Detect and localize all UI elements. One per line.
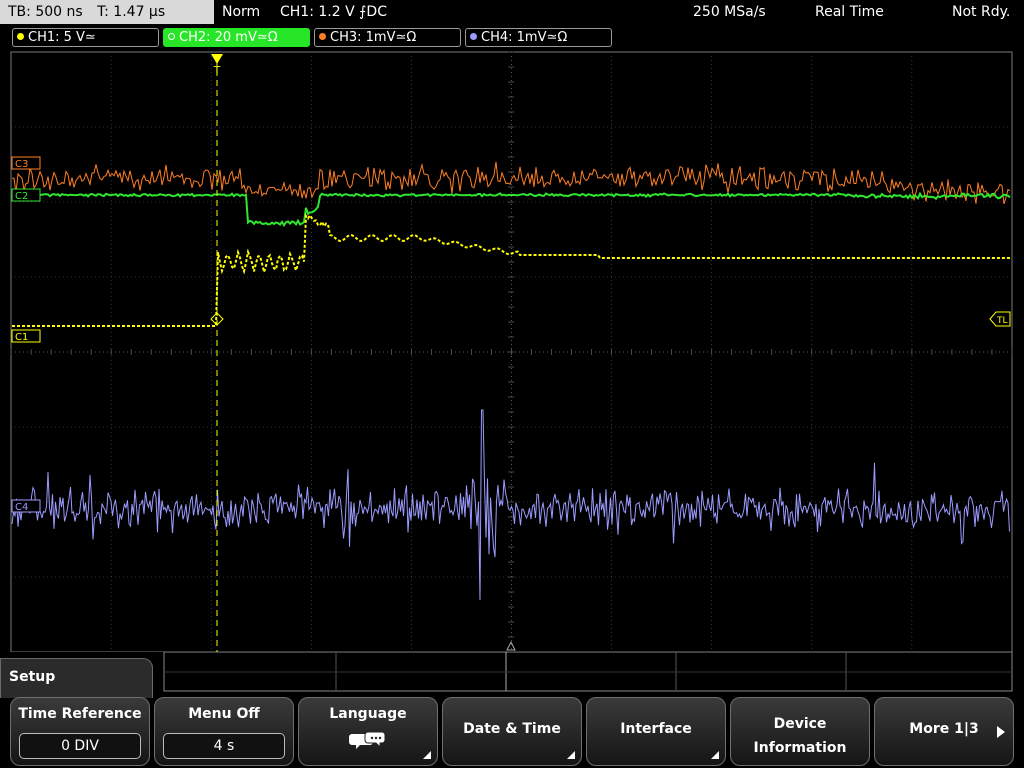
ch4-color-dot: [470, 33, 477, 40]
ch4-label: CH4: 1mV≃Ω: [481, 30, 568, 45]
ch4-marker-label: C4: [15, 502, 28, 513]
speech-bubbles-icon: [349, 731, 386, 749]
submenu-indicator: [567, 751, 575, 759]
ch3-marker-label: C3: [15, 159, 28, 170]
date-time-softkey[interactable]: Date & Time: [442, 697, 582, 766]
menu-title: Setup: [0, 658, 153, 698]
time-reference-value[interactable]: 0 DIV: [19, 733, 141, 759]
ch1-level-marker[interactable]: C1: [11, 329, 41, 343]
ch1-color-dot: [17, 33, 24, 40]
ch2-level-marker[interactable]: C2: [11, 188, 41, 202]
device-information-softkey[interactable]: Device Information: [730, 697, 870, 766]
channel-tab-ch4[interactable]: CH4: 1mV≃Ω: [465, 28, 612, 47]
channel-tab-ch3[interactable]: CH3: 1mV≃Ω: [314, 28, 461, 47]
language-label: Language: [329, 706, 407, 722]
ch3-level-marker[interactable]: C3: [11, 156, 41, 170]
trigger-time-value: T: 1.47 µs: [97, 4, 166, 20]
ch2-label: CH2: 20 mV≃Ω: [179, 30, 278, 45]
more-softkey[interactable]: More 1|3: [874, 697, 1014, 766]
menu-off-label: Menu Off: [188, 706, 260, 722]
next-page-icon: [997, 726, 1005, 738]
interface-label: Interface: [620, 721, 692, 737]
ch4-level-marker[interactable]: C4: [11, 499, 41, 513]
device-information-line1: Device: [773, 716, 827, 732]
timebase-value: TB: 500 ns: [8, 4, 83, 20]
sample-rate: 250 MSa/s: [693, 4, 766, 20]
menu-off-value[interactable]: 4 s: [163, 733, 285, 759]
more-label: More 1|3: [909, 721, 979, 737]
ch2-marker-label: C2: [15, 191, 28, 202]
trigger-mode[interactable]: Norm: [222, 0, 260, 24]
menu-off-softkey[interactable]: Menu Off 4 s: [154, 697, 294, 766]
ch3-label: CH3: 1mV≃Ω: [330, 30, 417, 45]
acquisition-status: Not Rdy.: [952, 4, 1011, 20]
ch1-label: CH1: 5 V≃: [28, 30, 96, 45]
interface-softkey[interactable]: Interface: [586, 697, 726, 766]
device-information-line2: Information: [753, 740, 847, 756]
date-time-label: Date & Time: [463, 721, 561, 737]
zoom-strip: [163, 652, 1013, 692]
trigger-position-label: T: [213, 64, 221, 77]
status-bar: TB: 500 ns T: 1.47 µs Norm CH1: 1.2 V ⨍D…: [0, 0, 1024, 24]
trigger-level-label: TL: [996, 316, 1008, 326]
acquisition-mode: Real Time: [815, 4, 884, 20]
ch3-color-dot: [319, 33, 326, 40]
language-softkey[interactable]: Language: [298, 697, 438, 766]
ch2-color-dot: [168, 33, 175, 40]
channel-tab-ch1[interactable]: CH1: 5 V≃: [12, 28, 159, 47]
waveform-display[interactable]: T C3 C2 C1 C4 TL: [0, 50, 1024, 654]
device-information-label: Device Information: [731, 712, 869, 760]
trigger-settings[interactable]: CH1: 1.2 V ⨍DC: [280, 0, 387, 24]
timebase-box[interactable]: TB: 500 ns T: 1.47 µs: [0, 0, 214, 24]
submenu-indicator: [423, 751, 431, 759]
submenu-indicator: [711, 751, 719, 759]
time-reference-label: Time Reference: [18, 706, 142, 722]
ch1-marker-label: C1: [15, 332, 28, 343]
time-reference-softkey[interactable]: Time Reference 0 DIV: [10, 697, 150, 766]
channel-tab-ch2[interactable]: CH2: 20 mV≃Ω: [163, 28, 310, 47]
